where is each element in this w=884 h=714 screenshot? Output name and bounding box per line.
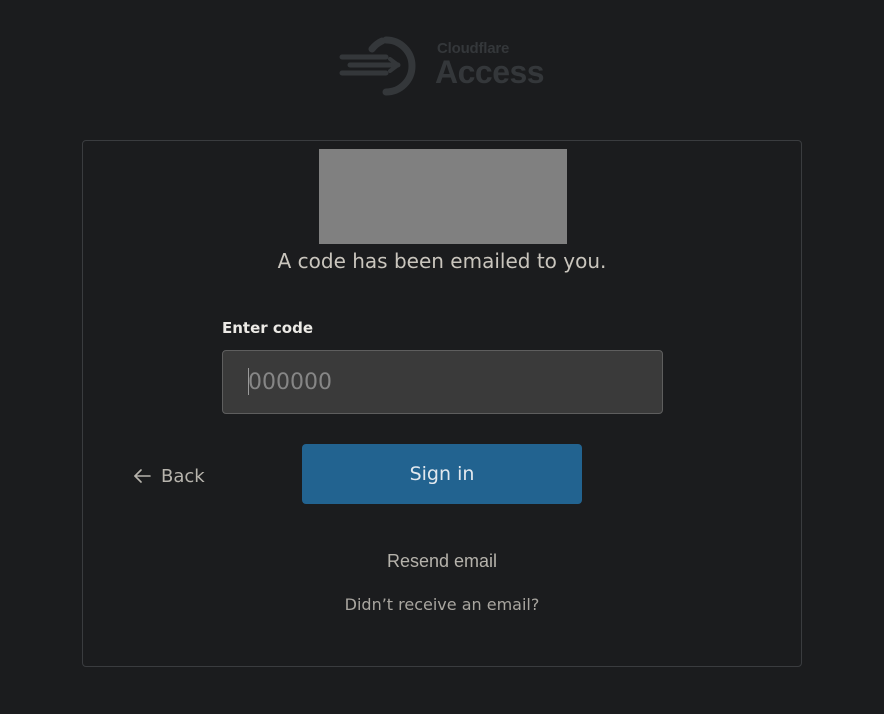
redacted-image xyxy=(319,149,567,244)
page-title: A code has been emailed to you. xyxy=(277,249,607,273)
cloudflare-access-logo-icon xyxy=(339,36,416,96)
login-page: Cloudflare Access A code has been emaile… xyxy=(0,0,884,714)
cloudflare-access-logo: Cloudflare Access xyxy=(338,32,558,98)
login-card: A code has been emailed to you. Enter co… xyxy=(82,140,802,667)
resend-email-link[interactable]: Resend email xyxy=(83,551,801,572)
code-input[interactable] xyxy=(222,350,663,414)
back-link-label: Back xyxy=(161,465,205,487)
no-email-help-link[interactable]: Didn’t receive an email? xyxy=(83,595,801,614)
text-cursor xyxy=(248,368,249,395)
code-field-label: Enter code xyxy=(222,319,313,337)
logo-product-text: Access xyxy=(435,54,545,90)
arrow-left-icon xyxy=(134,469,151,483)
sign-in-button[interactable]: Sign in xyxy=(302,444,582,504)
back-link[interactable]: Back xyxy=(133,461,205,491)
